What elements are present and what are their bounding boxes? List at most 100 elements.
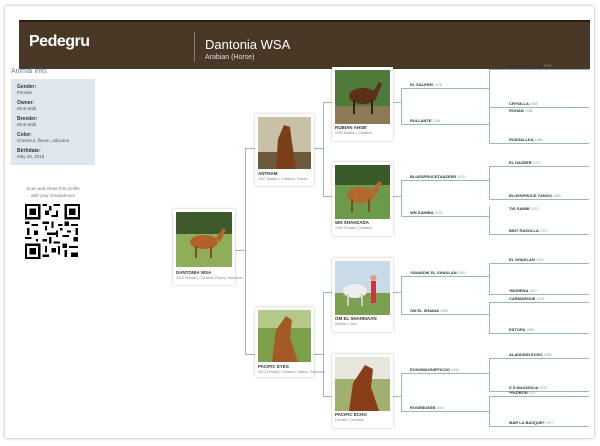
gggp-year: 1967 bbox=[529, 289, 538, 293]
gggp-entry[interactable]: MALEK EL KHEIL 1979 bbox=[509, 63, 551, 68]
ggp-year: 1976 bbox=[457, 175, 466, 179]
ggp-year: 1976 bbox=[434, 211, 443, 215]
gggp-name: ROHAN bbox=[509, 108, 524, 113]
ggp-underline bbox=[401, 276, 489, 277]
gggp-year: 1979 bbox=[539, 386, 548, 390]
ggp-name: *SANADIK EL SHAKLAN bbox=[410, 270, 457, 275]
ggp-name: BLUESPRUCETANZEER bbox=[410, 174, 457, 179]
pacific-echo-details: Female | Chestnut bbox=[335, 418, 364, 422]
horse-breed: Arabian (Horse) bbox=[205, 54, 255, 61]
connector-gen4a bbox=[489, 69, 490, 107]
gggp-entry[interactable]: ROHAN 1968 bbox=[509, 108, 533, 113]
gggp-year: 1969 bbox=[526, 328, 534, 332]
gggp-entry[interactable]: *PADRON 1977 bbox=[509, 390, 537, 395]
connector-gen3b bbox=[401, 180, 402, 216]
qr-caption-line2: with your smartphone! bbox=[30, 193, 76, 198]
om-el-shahmaan-photo bbox=[335, 261, 390, 315]
gggp-entry[interactable]: BLUESPRUCE TANGO 1980 bbox=[509, 193, 561, 198]
gggp-underline bbox=[489, 166, 589, 167]
gggp-year: 1976 bbox=[532, 161, 541, 165]
ggp-entry[interactable]: WN SAMIRA 1976 bbox=[410, 210, 442, 215]
gggp-year: 1976 bbox=[536, 297, 545, 301]
wn-shahzada-name: WN SHAHZADA bbox=[335, 220, 369, 225]
gggp-underline bbox=[489, 426, 589, 427]
ggp-name: EL SALEEM bbox=[410, 82, 433, 87]
grandparent-card-pacific-echo[interactable]: PACIFIC ECHO Female | Chestnut bbox=[332, 354, 393, 428]
connector-gen4c bbox=[489, 166, 490, 199]
ggp-underline bbox=[401, 314, 489, 315]
connector-gen4d bbox=[489, 206, 490, 234]
ggp-entry[interactable]: RULLANTE 1996 bbox=[410, 118, 440, 123]
gggp-year: 1977 bbox=[546, 421, 554, 425]
birthdate-value: May 25, 2018 bbox=[17, 154, 45, 159]
gggp-name: *PADRON bbox=[509, 390, 528, 395]
gggp-entry[interactable]: CRYSILLA 1968 bbox=[509, 101, 538, 106]
qr-code[interactable] bbox=[25, 204, 80, 259]
pedegru-logo[interactable]: Pedegru bbox=[29, 33, 90, 51]
pacific-echo-photo bbox=[335, 357, 390, 411]
pacific-eyes-name: PACIFIC EYES bbox=[258, 364, 289, 369]
gggp-entry[interactable]: TIG SAMIR 1976 bbox=[509, 206, 539, 211]
connector-gen4b bbox=[489, 105, 490, 143]
gggp-entry[interactable]: EL HAZEER 1976 bbox=[509, 160, 541, 165]
gggp-year: 1968 bbox=[529, 102, 538, 106]
subject-horse-photo bbox=[176, 212, 232, 267]
wn-shahzada-photo bbox=[335, 165, 390, 219]
connector-pacific-eyes bbox=[314, 354, 323, 355]
gggp-underline bbox=[489, 199, 589, 200]
ggp-year: 1981 bbox=[457, 271, 466, 275]
ggp-year: 1976 bbox=[433, 83, 442, 87]
ggp-entry[interactable]: EL SALEEM 1976 bbox=[410, 82, 442, 87]
gggp-underline bbox=[489, 69, 589, 70]
connector-gp2-out bbox=[393, 196, 401, 197]
connector-gp4-out bbox=[393, 396, 401, 397]
ggp-year: 1992 bbox=[436, 406, 445, 410]
gggp-underline bbox=[489, 263, 589, 264]
pacific-eyes-photo bbox=[258, 310, 311, 362]
antham-details: 2007 Stallion | Chestnut, Flaxen bbox=[258, 177, 308, 181]
connector-gp3-out bbox=[393, 292, 401, 293]
owner-value: Dina Wild bbox=[17, 106, 37, 111]
connector-gen4f bbox=[489, 302, 490, 333]
ggp-name: ECHOMAGNIFFICOO bbox=[410, 367, 450, 372]
gggp-underline bbox=[489, 391, 589, 392]
connector-gen2b bbox=[323, 292, 324, 396]
gggp-entry[interactable]: MAR LA BASQUE+ 1977 bbox=[509, 420, 554, 425]
gggp-underline bbox=[489, 294, 589, 295]
connector-gen1 bbox=[245, 148, 246, 354]
ggp-entry[interactable]: OM EL SHAINA 1986 bbox=[410, 308, 448, 313]
ggp-entry[interactable]: ECHOMAGNIFFICOO 1996 bbox=[410, 367, 459, 372]
gggp-entry[interactable]: EL SHAKLAN 1975 bbox=[509, 257, 544, 262]
gggp-entry[interactable]: *MOHENA 1967 bbox=[509, 288, 537, 293]
gggp-underline bbox=[489, 107, 589, 108]
gggp-name: CRYSILLA bbox=[509, 101, 529, 106]
gggp-entry[interactable]: CARMARGUE 1976 bbox=[509, 296, 544, 301]
ggp-entry[interactable]: ROSEBUSSB 1992 bbox=[410, 405, 444, 410]
subject-card[interactable]: DANTONIA WSA 2018 Female | Chestnut, Fla… bbox=[173, 209, 242, 285]
connector-gen4e bbox=[489, 263, 490, 294]
grandparent-card-rubian[interactable]: RUBIAN AHSB 1999 Stallion | Chestnut bbox=[332, 67, 393, 141]
ggp-underline bbox=[401, 88, 489, 89]
gggp-entry[interactable]: ESTOPA 1969 bbox=[509, 327, 534, 332]
connector-dam bbox=[245, 354, 255, 355]
gggp-entry[interactable]: BINT RASOLLA 1970 bbox=[509, 228, 548, 233]
gggp-name: ALADDINN ECHO bbox=[509, 352, 543, 357]
gggp-entry[interactable]: ALADDINN ECHO 1985 bbox=[509, 352, 551, 357]
connector-gen4h bbox=[489, 396, 490, 426]
connector-gp4 bbox=[323, 396, 332, 397]
ggp-entry[interactable]: *SANADIK EL SHAKLAN 1981 bbox=[410, 270, 466, 275]
grandparent-card-wn-shahzada[interactable]: WN SHAHZADA 1996 Female | Chestnut bbox=[332, 162, 393, 236]
parent-card-pacific-eyes[interactable]: PACIFIC EYES 2013 Female | Chestnut, Sab… bbox=[255, 307, 325, 377]
pacific-eyes-details: 2013 Female | Chestnut, Sabino, Rabicano bbox=[258, 370, 325, 374]
gggp-entry[interactable]: RUSSALLKA 1988 bbox=[509, 137, 542, 142]
gggp-year: 1975 bbox=[535, 258, 544, 262]
grandparent-card-om-el-shahmaan[interactable]: OM EL SHAHMAAN Stallion | Grey bbox=[332, 258, 393, 332]
connector-gen3c bbox=[401, 276, 402, 314]
ggp-entry[interactable]: BLUESPRUCETANZEER 1976 bbox=[410, 174, 465, 179]
horse-name-title: Dantonia WSA bbox=[205, 37, 291, 52]
parent-card-antham[interactable]: ANTHAM 2007 Stallion | Chestnut, Flaxen bbox=[255, 114, 314, 186]
antham-photo bbox=[258, 117, 311, 169]
rubian-details: 1999 Stallion | Chestnut bbox=[335, 131, 373, 135]
gggp-year: 1985 bbox=[543, 353, 552, 357]
connector-gen4g bbox=[489, 358, 490, 391]
